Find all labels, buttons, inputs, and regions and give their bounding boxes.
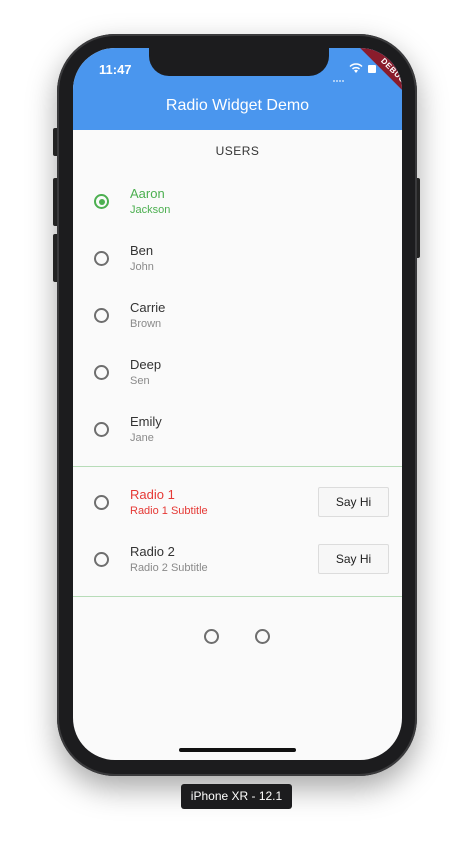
radio-tile-1[interactable]: Radio 1 Radio 1 Subtitle Say Hi [73, 475, 402, 532]
section-divider [73, 596, 402, 597]
user-row-emily[interactable]: Emily Jane [73, 402, 402, 459]
wifi-icon [349, 63, 363, 73]
radio-button[interactable] [94, 552, 109, 567]
standalone-radio-button-1[interactable] [204, 629, 219, 644]
radio-button-selected[interactable] [94, 194, 109, 209]
standalone-radio-button-2[interactable] [255, 629, 270, 644]
radio-button[interactable] [94, 422, 109, 437]
user-first-name: Emily [130, 414, 162, 429]
user-row-carrie[interactable]: Carrie Brown [73, 288, 402, 345]
user-last-name: John [130, 261, 154, 273]
user-row-deep[interactable]: Deep Sen [73, 345, 402, 402]
user-first-name: Aaron [130, 186, 165, 201]
section-divider [73, 466, 402, 467]
signal-icon [333, 69, 347, 82]
radio-tile-subtitle: Radio 1 Subtitle [130, 505, 208, 517]
home-indicator[interactable] [179, 748, 296, 752]
radio-tile-subtitle: Radio 2 Subtitle [130, 562, 208, 574]
device-label: iPhone XR - 12.1 [181, 784, 292, 809]
radio-tile-2[interactable]: Radio 2 Radio 2 Subtitle Say Hi [73, 532, 402, 589]
app-bar: 11:47 DEBUG Radio Widget Demo [73, 48, 402, 130]
user-last-name: Brown [130, 318, 162, 330]
notch [149, 48, 329, 76]
device-screen: 11:47 DEBUG Radio Widget Demo USERS Aaro… [73, 48, 402, 760]
radio-tile-title: Radio 1 [130, 487, 175, 502]
say-hi-button[interactable]: Say Hi [318, 544, 389, 574]
user-last-name: Jane [130, 432, 154, 444]
user-first-name: Ben [130, 243, 154, 258]
radio-tile-title: Radio 2 [130, 544, 175, 559]
say-hi-button[interactable]: Say Hi [318, 487, 389, 517]
user-first-name: Deep [130, 357, 162, 372]
radio-button[interactable] [94, 251, 109, 266]
users-section-header: USERS [215, 144, 260, 158]
page-title: Radio Widget Demo [165, 97, 310, 114]
battery-icon [368, 65, 376, 73]
user-row-ben[interactable]: Ben John [73, 231, 402, 288]
status-time: 11:47 [99, 62, 132, 77]
user-last-name: Sen [130, 375, 150, 387]
radio-button[interactable] [94, 308, 109, 323]
radio-button[interactable] [94, 495, 109, 510]
user-last-name: Jackson [130, 204, 171, 216]
simulator-stage: 11:47 DEBUG Radio Widget Demo USERS Aaro… [0, 0, 474, 841]
radio-button[interactable] [94, 365, 109, 380]
user-first-name: Carrie [130, 300, 166, 315]
user-row-aaron[interactable]: Aaron Jackson [73, 174, 402, 231]
